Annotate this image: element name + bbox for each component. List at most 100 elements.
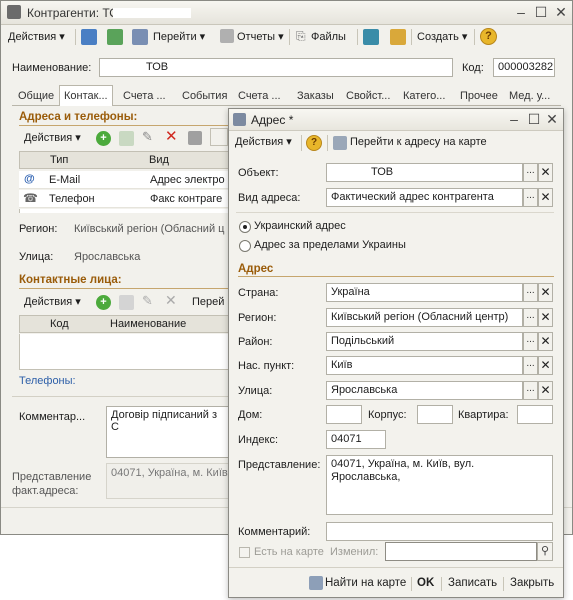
- at-icon[interactable]: [363, 29, 379, 45]
- changed-by-field[interactable]: [385, 542, 537, 561]
- add-icon[interactable]: +: [96, 295, 111, 310]
- city-field[interactable]: Київ: [326, 356, 523, 375]
- divider: [12, 396, 232, 397]
- comment-field[interactable]: [326, 522, 553, 541]
- address-type-field[interactable]: Фактический адрес контрагента: [326, 188, 523, 207]
- paperclip-icon: ⎘: [296, 29, 306, 43]
- object-field[interactable]: ТОВ: [326, 163, 523, 182]
- tab-contacts[interactable]: Контак...: [59, 85, 113, 106]
- tab-properties[interactable]: Свойст...: [346, 87, 390, 105]
- dialog-actions-menu[interactable]: Действия ▾: [235, 133, 292, 151]
- edit-icon[interactable]: ✎: [142, 293, 153, 309]
- help-icon[interactable]: ?: [480, 28, 497, 45]
- tab-other[interactable]: Прочее: [460, 87, 498, 105]
- district-field[interactable]: Подільський: [326, 332, 523, 351]
- phones-link[interactable]: Телефоны:: [19, 375, 76, 387]
- region-field[interactable]: Київський регіон (Обласний центр): [326, 308, 523, 327]
- toolbar-separator: [75, 29, 76, 45]
- tab-med[interactable]: Мед. у...: [509, 87, 550, 105]
- object-select-button[interactable]: ...: [523, 163, 538, 182]
- save-button[interactable]: Записать: [448, 574, 497, 592]
- house-field[interactable]: [326, 405, 362, 424]
- delete-icon[interactable]: ✕: [165, 292, 177, 309]
- representation-field[interactable]: 04071, Україна, м. Київ, вул. Ярославськ…: [326, 455, 553, 515]
- tab-accounts[interactable]: Счета ...: [123, 87, 166, 105]
- maximize-icon[interactable]: ☐: [532, 4, 550, 22]
- comment-label: Комментарий:: [238, 526, 311, 538]
- go-menu[interactable]: Перейти ▾: [153, 28, 205, 46]
- tab-events[interactable]: События: [182, 87, 227, 105]
- minimize-icon[interactable]: –: [512, 4, 530, 22]
- find-on-map-button[interactable]: Найти на карте: [325, 574, 406, 592]
- toolbar-more-icon[interactable]: [210, 128, 228, 146]
- structure-icon[interactable]: [132, 29, 148, 45]
- city-clear-icon[interactable]: ✕: [538, 356, 553, 375]
- ok-button[interactable]: OK: [417, 574, 434, 592]
- create-menu[interactable]: Создать ▾: [417, 28, 467, 46]
- actions-menu[interactable]: Действия ▾: [8, 28, 65, 46]
- add-icon[interactable]: +: [96, 131, 111, 146]
- name-field[interactable]: ТОВ: [99, 58, 453, 77]
- contacts-grid-body[interactable]: [19, 334, 230, 370]
- street-clear-icon[interactable]: ✕: [538, 381, 553, 400]
- address-type-select-button[interactable]: ...: [523, 188, 538, 207]
- country-field[interactable]: Україна: [326, 283, 523, 302]
- address-dialog: Адрес * – ☐ ✕ Действия ▾ ? Перейти к адр…: [228, 108, 564, 598]
- copy-icon[interactable]: [119, 295, 134, 310]
- toolbar-separator: [289, 29, 290, 45]
- reports-menu[interactable]: Отчеты ▾: [237, 28, 284, 46]
- addr-actions-menu[interactable]: Действия ▾: [24, 129, 81, 147]
- country-select-button[interactable]: ...: [523, 283, 538, 302]
- lock-icon[interactable]: [390, 29, 406, 45]
- radio-foreign-label[interactable]: Адрес за пределами Украины: [254, 239, 406, 251]
- district-select-button[interactable]: ...: [523, 332, 538, 351]
- code-field[interactable]: 000003282: [493, 58, 555, 77]
- help-icon[interactable]: ?: [306, 135, 322, 151]
- country-label: Страна:: [238, 287, 279, 299]
- tab-general[interactable]: Общие: [18, 87, 54, 105]
- index-field[interactable]: 04071: [326, 430, 386, 449]
- minimize-icon[interactable]: –: [505, 111, 523, 129]
- tab-invoices[interactable]: Счета ...: [238, 87, 281, 105]
- save-icon[interactable]: [188, 131, 202, 145]
- city-select-button[interactable]: ...: [523, 356, 538, 375]
- apartment-field[interactable]: [517, 405, 553, 424]
- delete-icon[interactable]: ✕: [165, 127, 178, 145]
- code-label: Код:: [462, 62, 484, 74]
- region-select-button[interactable]: ...: [523, 308, 538, 327]
- contacts-actions-menu[interactable]: Действия ▾: [24, 293, 81, 311]
- address-type-clear-icon[interactable]: ✕: [538, 188, 553, 207]
- table-row[interactable]: @ E-Mail Адрес электро: [19, 171, 230, 189]
- object-clear-icon[interactable]: ✕: [538, 163, 553, 182]
- apartment-label: Квартира:: [458, 409, 509, 421]
- goto-map-button[interactable]: Перейти к адресу на карте: [350, 133, 487, 151]
- maximize-icon[interactable]: ☐: [525, 111, 543, 129]
- contacts-go-menu[interactable]: Перей: [192, 293, 224, 311]
- main-titlebar: Контрагенти: ТОВ * – ☐ ✕: [1, 1, 572, 25]
- building-field[interactable]: [417, 405, 453, 424]
- table-row[interactable]: ☎ Телефон Факс контраге: [19, 190, 230, 208]
- addresses-section-title: Адреса и телефоны:: [19, 111, 138, 123]
- close-icon[interactable]: ✕: [543, 111, 561, 129]
- comment-field[interactable]: Договір підписаний з С: [106, 406, 232, 458]
- back-icon[interactable]: [81, 29, 97, 45]
- close-button[interactable]: Закрыть: [510, 574, 554, 592]
- street-field[interactable]: Ярославська: [326, 381, 523, 400]
- on-map-checkbox[interactable]: [239, 547, 250, 558]
- search-icon[interactable]: ⚲: [537, 542, 553, 561]
- region-clear-icon[interactable]: ✕: [538, 308, 553, 327]
- section-divider: [19, 288, 233, 289]
- close-icon[interactable]: ✕: [552, 4, 570, 22]
- district-clear-icon[interactable]: ✕: [538, 332, 553, 351]
- tab-orders[interactable]: Заказы: [297, 87, 334, 105]
- tab-categories[interactable]: Катего...: [403, 87, 445, 105]
- copy-icon[interactable]: [119, 131, 134, 146]
- edit-icon[interactable]: ✎: [142, 129, 153, 145]
- refresh-icon[interactable]: [107, 29, 123, 45]
- radio-ukrainian[interactable]: [239, 221, 251, 233]
- radio-ukrainian-label[interactable]: Украинский адрес: [254, 220, 346, 232]
- radio-foreign[interactable]: [239, 240, 251, 252]
- country-clear-icon[interactable]: ✕: [538, 283, 553, 302]
- street-select-button[interactable]: ...: [523, 381, 538, 400]
- files-button[interactable]: Файлы: [311, 28, 346, 46]
